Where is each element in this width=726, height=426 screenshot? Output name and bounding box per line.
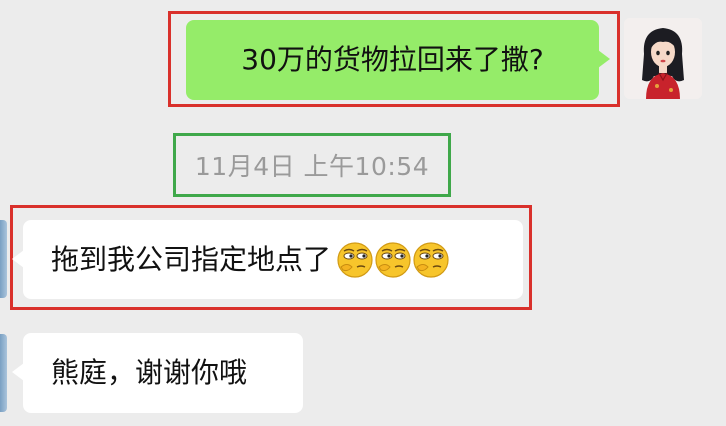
avatar-girl-icon [624,18,702,99]
message-timestamp: 11月4日 上午10:54 [194,152,430,181]
incoming-message-text: 拖到我公司指定地点了 [51,242,332,276]
contact-avatar[interactable] [0,220,7,298]
outgoing-message-bubble[interactable]: 30万的货物拉回来了撒? [186,20,610,100]
contact-avatar[interactable] [0,334,7,412]
smirk-emoji-icon [375,241,411,278]
emoji-group [335,240,449,280]
smirk-emoji-icon [413,241,449,278]
smirk-emoji-icon [337,241,373,278]
outgoing-message-text: 30万的货物拉回来了撒? [241,43,544,76]
incoming-message-bubble[interactable]: 熊庭，谢谢你哦 [12,333,303,413]
self-avatar[interactable] [624,18,702,99]
incoming-message-bubble[interactable]: 拖到我公司指定地点了 [12,220,523,299]
incoming-message-text: 熊庭，谢谢你哦 [51,356,248,389]
